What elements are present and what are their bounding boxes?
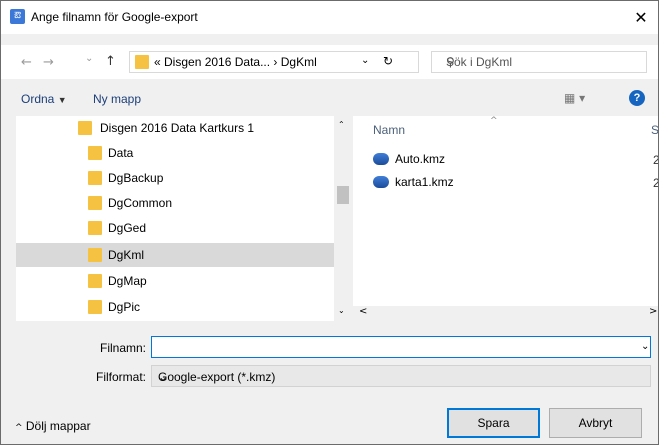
dialog-title: Ange filnamn för Google-export — [31, 10, 198, 24]
kmz-file-icon — [373, 153, 389, 165]
scroll-up-icon[interactable]: ⌃ — [338, 120, 345, 129]
tree-item-label: DgGed — [108, 221, 147, 235]
folder-icon — [88, 248, 102, 262]
tree-item-data[interactable]: Data — [16, 141, 334, 165]
chevron-down-icon: ⌄ — [158, 370, 169, 384]
cancel-button[interactable]: Avbryt — [549, 408, 642, 438]
file-format-select[interactable]: Google-export (*.kmz) ⌄ — [151, 365, 651, 387]
address-bar[interactable]: « Disgen 2016 Data... › DgKml — [129, 51, 419, 73]
refresh-icon[interactable]: ↻ — [383, 54, 393, 68]
up-button[interactable]: ↑ — [105, 54, 116, 69]
sort-ascending-icon: ^ — [490, 116, 498, 126]
tree-item-dgpic[interactable]: DgPic — [16, 295, 334, 319]
tree-item-label: DgBackup — [108, 171, 164, 185]
file-list-hscrollbar[interactable]: < > — [353, 306, 658, 321]
folder-icon — [78, 121, 92, 135]
tree-item-dgmap[interactable]: DgMap — [16, 269, 334, 293]
tree-item-label: DgMap — [108, 274, 147, 288]
file-date: 2 — [653, 153, 658, 167]
tree-item-dgbackup[interactable]: DgBackup — [16, 166, 334, 190]
navigation-pane: Disgen 2016 Data Kartkurs 1 Data DgBacku… — [16, 116, 334, 321]
tree-item-label: DgCommon — [108, 196, 173, 210]
folder-icon — [88, 274, 102, 288]
organize-caret-icon: ▼ — [57, 95, 67, 105]
address-dropdown-icon[interactable]: ⌄ — [361, 55, 369, 66]
organize-label: Ordna — [21, 92, 55, 106]
scroll-left-icon[interactable]: < — [359, 306, 367, 317]
tree-item-label: DgKml — [108, 248, 145, 262]
back-button[interactable]: ← — [21, 55, 32, 70]
recent-locations-button[interactable]: ⌄ — [85, 53, 93, 64]
folder-icon — [88, 300, 102, 314]
scroll-thumb[interactable] — [337, 186, 349, 204]
folder-icon — [88, 221, 102, 235]
folder-icon — [88, 171, 102, 185]
view-options-icon[interactable]: ▦ ▾ — [564, 91, 585, 105]
tree-item-label: DgPic — [108, 300, 141, 314]
help-icon[interactable]: ? — [629, 90, 645, 106]
hide-folders-label: Dölj mappar — [25, 419, 91, 433]
search-icon[interactable]: ⚲ — [446, 55, 640, 69]
folder-icon — [135, 55, 149, 69]
tree-item-label: Disgen 2016 Data Kartkurs 1 — [100, 121, 255, 135]
chevron-up-icon: ^ — [15, 423, 23, 433]
tree-item-dgcommon[interactable]: DgCommon — [16, 191, 334, 215]
column-header-size[interactable]: S — [651, 123, 658, 137]
file-name: karta1.kmz — [395, 175, 454, 189]
kmz-file-icon — [373, 176, 389, 188]
file-date: 2 — [653, 176, 658, 190]
filename-input[interactable] — [151, 336, 651, 358]
tree-item-dgged[interactable]: DgGed — [16, 216, 334, 240]
new-folder-button[interactable]: Ny mapp — [93, 92, 141, 106]
scroll-down-icon[interactable]: ⌄ — [338, 306, 345, 315]
folder-icon — [88, 146, 102, 160]
save-button[interactable]: Spara — [447, 408, 540, 438]
close-button[interactable]: ✕ — [624, 1, 658, 34]
search-input[interactable]: Sök i DgKml ⚲ — [431, 51, 647, 73]
title-bar: ఔ Ange filnamn för Google-export ✕ — [1, 1, 658, 34]
file-format-label: Filformat: — [95, 370, 146, 384]
file-list: ^ Namn S Auto.kmz 2 karta1.kmz 2 — [353, 116, 658, 306]
column-header-name[interactable]: Namn — [373, 123, 405, 137]
tree-item-disgen-root[interactable]: Disgen 2016 Data Kartkurs 1 — [16, 116, 334, 140]
hide-folders-button[interactable]: ^ Dölj mappar — [15, 419, 91, 433]
tree-item-label: Data — [108, 146, 134, 160]
organize-button[interactable]: Ordna ▼ — [21, 92, 67, 106]
app-icon: ఔ — [10, 9, 25, 24]
save-dialog: ఔ Ange filnamn för Google-export ✕ ← → ⌄… — [0, 0, 659, 445]
folder-icon — [88, 196, 102, 210]
filename-dropdown-icon[interactable]: ⌄ — [641, 341, 649, 352]
scroll-right-icon[interactable]: > — [649, 306, 657, 317]
tree-item-dgkml[interactable]: DgKml — [16, 243, 334, 267]
forward-button[interactable]: → — [43, 55, 54, 70]
address-path[interactable]: « Disgen 2016 Data... › DgKml — [154, 55, 317, 69]
file-name: Auto.kmz — [395, 152, 446, 166]
filename-label: Filnamn: — [99, 341, 146, 355]
navigation-scrollbar[interactable]: ⌃ ⌄ — [334, 116, 352, 321]
